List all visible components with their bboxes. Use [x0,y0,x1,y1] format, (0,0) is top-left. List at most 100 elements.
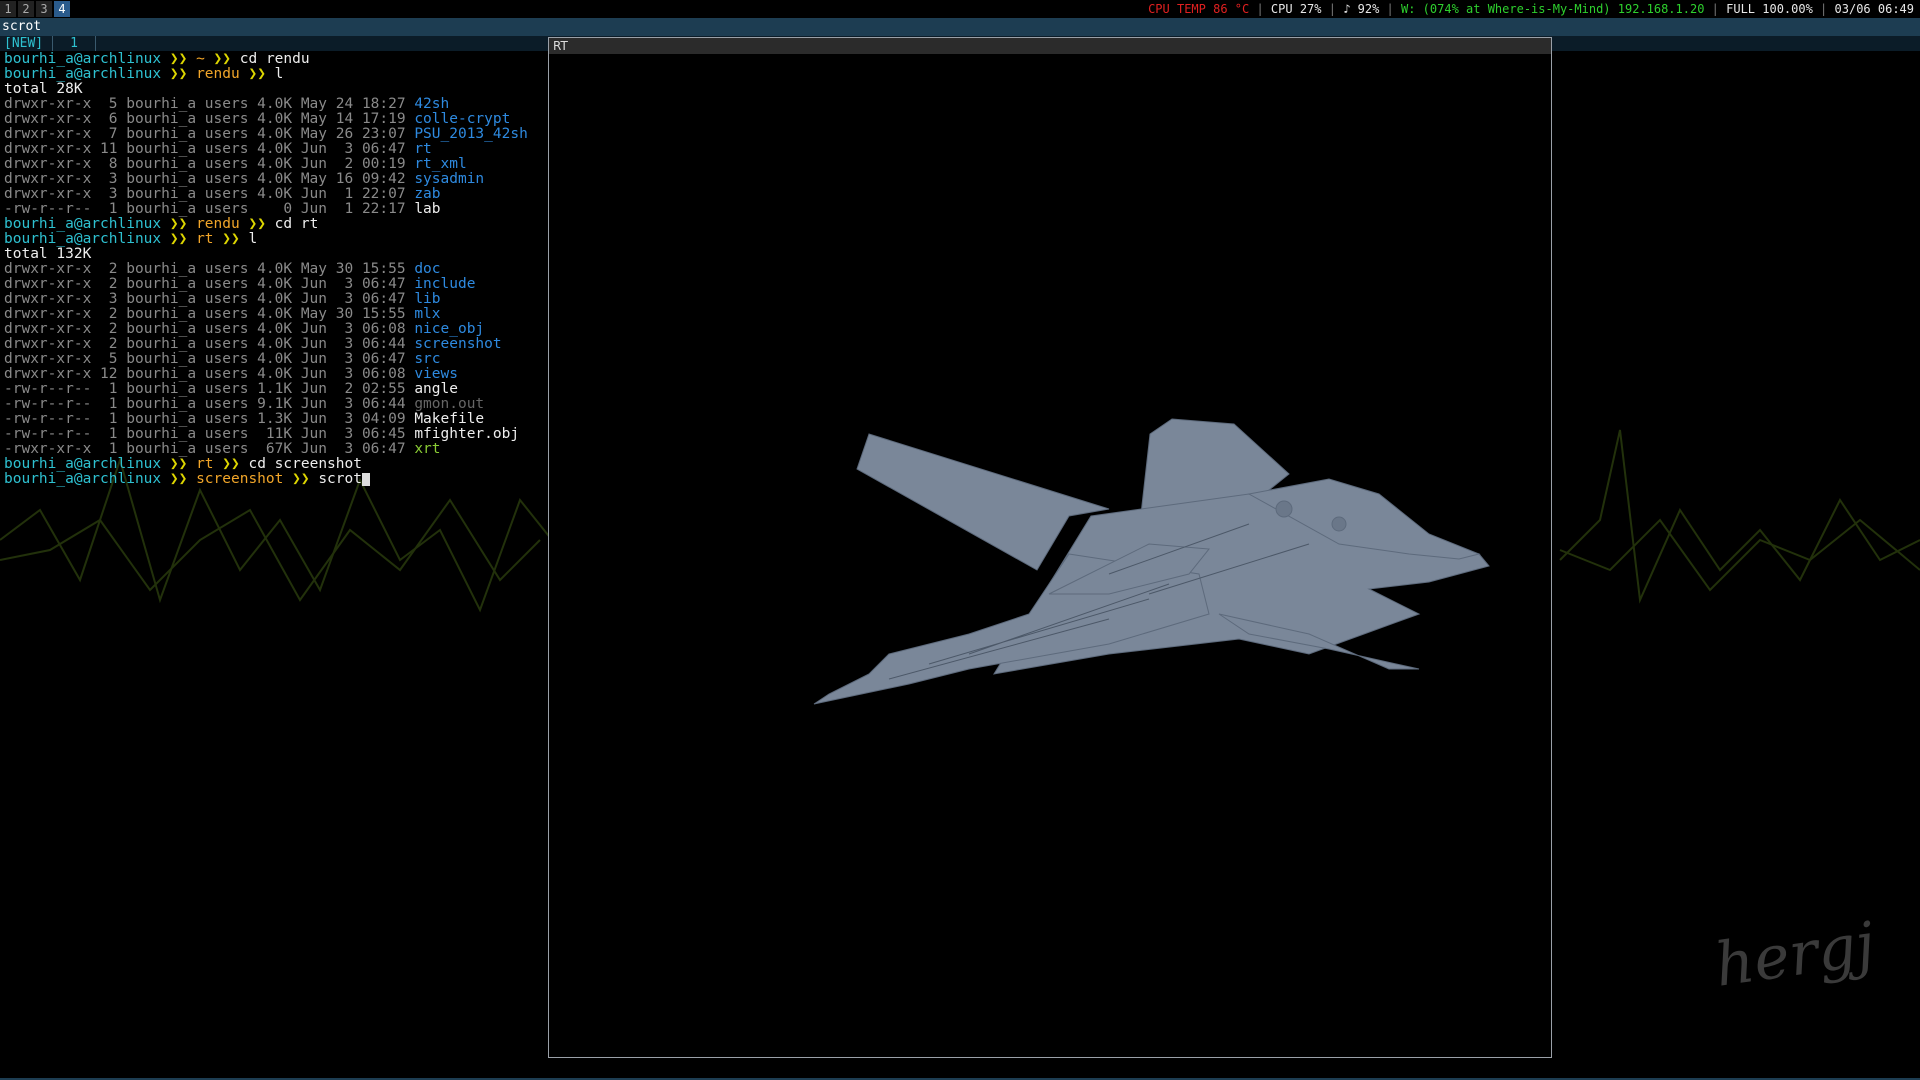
rt-window-titlebar[interactable]: RT [549,38,1551,54]
text-cursor [361,472,370,486]
list-item: drwxr-xr-x 2 bourhi_a users 4.0K May 30 … [4,307,544,322]
prompt-dir: rendu [196,216,240,232]
prompt-arrow: ❯❯ [222,456,240,472]
file-name: xrt [414,441,441,457]
file-meta: 3 bourhi_a users 4.0K May 16 09:42 [100,171,406,187]
file-meta: 2 bourhi_a users 4.0K May 30 15:55 [100,306,406,322]
wifi-status: W: (074% at Where-is-My-Mind) 192.168.1.… [1401,2,1705,16]
file-name: sysadmin [414,171,485,187]
directory-listing-2: drwxr-xr-x 2 bourhi_a users 4.0K May 30 … [4,262,544,457]
file-meta: 1 bourhi_a users 11K Jun 3 06:45 [100,426,406,442]
file-meta: 3 bourhi_a users 4.0K Jun 3 06:47 [100,291,406,307]
list-item: drwxr-xr-x 2 bourhi_a users 4.0K May 30 … [4,262,544,277]
command-text: l [274,66,284,82]
tab-1[interactable]: 1 [52,36,96,51]
new-tab-button[interactable]: [NEW] [2,36,45,51]
file-name: screenshot [414,336,502,352]
prompt-arrow: ❯❯ [213,51,232,67]
directory-listing-1: drwxr-xr-x 5 bourhi_a users 4.0K May 24 … [4,97,544,217]
file-permissions: drwxr-xr-x [4,306,92,322]
file-meta: 2 bourhi_a users 4.0K May 30 15:55 [100,261,406,277]
list-item: -rw-r--r-- 1 bourhi_a users 9.1K Jun 3 0… [4,397,544,412]
prompt-arrow: ❯❯ [169,216,188,232]
file-permissions: -rw-r--r-- [4,201,92,217]
file-meta: 2 bourhi_a users 4.0K Jun 3 06:08 [100,321,406,337]
file-name: src [414,351,441,367]
prompt-arrow: ❯❯ [222,231,240,247]
file-name: mfighter.obj [414,426,520,442]
command-text: cd screenshot [248,456,362,472]
list-item: drwxr-xr-x 8 bourhi_a users 4.0K Jun 2 0… [4,157,544,172]
list-item: drwxr-xr-x 7 bourhi_a users 4.0K May 26 … [4,127,544,142]
file-name: rt [414,141,432,157]
file-meta: 11 bourhi_a users 4.0K Jun 3 06:47 [100,141,406,157]
prompt-user: bourhi_a@archlinux [4,471,162,487]
file-name: lab [414,201,441,217]
cpu-temp-status: CPU TEMP 86 °C [1148,2,1250,16]
list-item: drwxr-xr-x 5 bourhi_a users 4.0K Jun 3 0… [4,352,544,367]
file-name: colle-crypt [414,111,511,127]
list-item: -rw-r--r-- 1 bourhi_a users 1.1K Jun 2 0… [4,382,544,397]
active-prompt-line[interactable]: bourhi_a@archlinux ❯❯ screenshot ❯❯ scro… [4,472,544,487]
file-name: views [414,366,458,382]
fighter-jet-render [813,418,1490,705]
list-item: drwxr-xr-x 3 bourhi_a users 4.0K May 16 … [4,172,544,187]
file-permissions: drwxr-xr-x [4,291,92,307]
file-name: PSU_2013_42sh [414,126,528,142]
file-name: zab [414,186,441,202]
prompt-dir: rt [196,231,214,247]
file-permissions: drwxr-xr-x [4,321,92,337]
file-permissions: drwxr-xr-x [4,276,92,292]
file-permissions: -rw-r--r-- [4,426,92,442]
prompt-arrow: ❯❯ [292,471,310,487]
command-text: cd rt [274,216,319,232]
file-meta: 5 bourhi_a users 4.0K Jun 3 06:47 [100,351,406,367]
file-name: include [414,276,476,292]
workspace-3-button[interactable]: 3 [36,1,52,17]
file-meta: 12 bourhi_a users 4.0K Jun 3 06:08 [100,366,406,382]
terminal-output[interactable]: bourhi_a@archlinux ❯❯ ~ ❯❯ cd rendu bour… [4,52,544,1076]
file-meta: 1 bourhi_a users 67K Jun 3 06:47 [100,441,406,457]
file-name: doc [414,261,441,277]
prompt-line: bourhi_a@archlinux ❯❯ rt ❯❯ l [4,232,544,247]
prompt-dir: ~ [196,51,205,67]
prompt-arrow: ❯❯ [169,471,188,487]
file-meta: 6 bourhi_a users 4.0K May 14 17:19 [100,111,406,127]
file-permissions: drwxr-xr-x [4,366,92,382]
file-permissions: drwxr-xr-x [4,126,92,142]
file-permissions: drwxr-xr-x [4,336,92,352]
file-permissions: -rw-r--r-- [4,411,92,427]
file-meta: 8 bourhi_a users 4.0K Jun 2 00:19 [100,156,406,172]
workspace-1-button[interactable]: 1 [0,1,16,17]
file-meta: 1 bourhi_a users 1.1K Jun 2 02:55 [100,381,406,397]
list-item: -rw-r--r-- 1 bourhi_a users 1.3K Jun 3 0… [4,412,544,427]
rt-render-canvas[interactable] [549,54,1551,1057]
file-meta: 3 bourhi_a users 4.0K Jun 1 22:07 [100,186,406,202]
list-item: drwxr-xr-x 11 bourhi_a users 4.0K Jun 3 … [4,142,544,157]
prompt-arrow: ❯❯ [169,231,188,247]
cpu-status: CPU 27% [1270,2,1322,16]
file-name: lib [414,291,441,307]
list-item: drwxr-xr-x 3 bourhi_a users 4.0K Jun 1 2… [4,187,544,202]
rt-render-window[interactable]: RT [548,37,1552,1058]
file-name: Makefile [414,411,485,427]
command-input[interactable]: scrot [318,471,362,487]
datetime-status: 03/06 06:49 [1834,2,1914,16]
list-item: -rwxr-xr-x 1 bourhi_a users 67K Jun 3 06… [4,442,544,457]
file-meta: 1 bourhi_a users 0 Jun 1 22:17 [100,201,406,217]
list-item: drwxr-xr-x 3 bourhi_a users 4.0K Jun 3 0… [4,292,544,307]
command-text: l [248,231,258,247]
wallpaper-signature: hergj [1710,909,1879,1001]
list-item: drwxr-xr-x 2 bourhi_a users 4.0K Jun 3 0… [4,337,544,352]
file-permissions: drwxr-xr-x [4,261,92,277]
list-item: drwxr-xr-x 6 bourhi_a users 4.0K May 14 … [4,112,544,127]
workspace-4-button[interactable]: 4 [54,1,70,17]
file-permissions: drwxr-xr-x [4,96,92,112]
command-text: cd rendu [239,51,310,67]
workspace-2-button[interactable]: 2 [18,1,34,17]
file-permissions: -rw-r--r-- [4,381,92,397]
top-status-bar: 1 2 3 4 CPU TEMP 86 °C | CPU 27% | ♪ 92%… [0,0,1920,18]
prompt-user: bourhi_a@archlinux [4,66,162,82]
prompt-dir: screenshot [196,471,284,487]
file-name: rt_xml [414,156,467,172]
